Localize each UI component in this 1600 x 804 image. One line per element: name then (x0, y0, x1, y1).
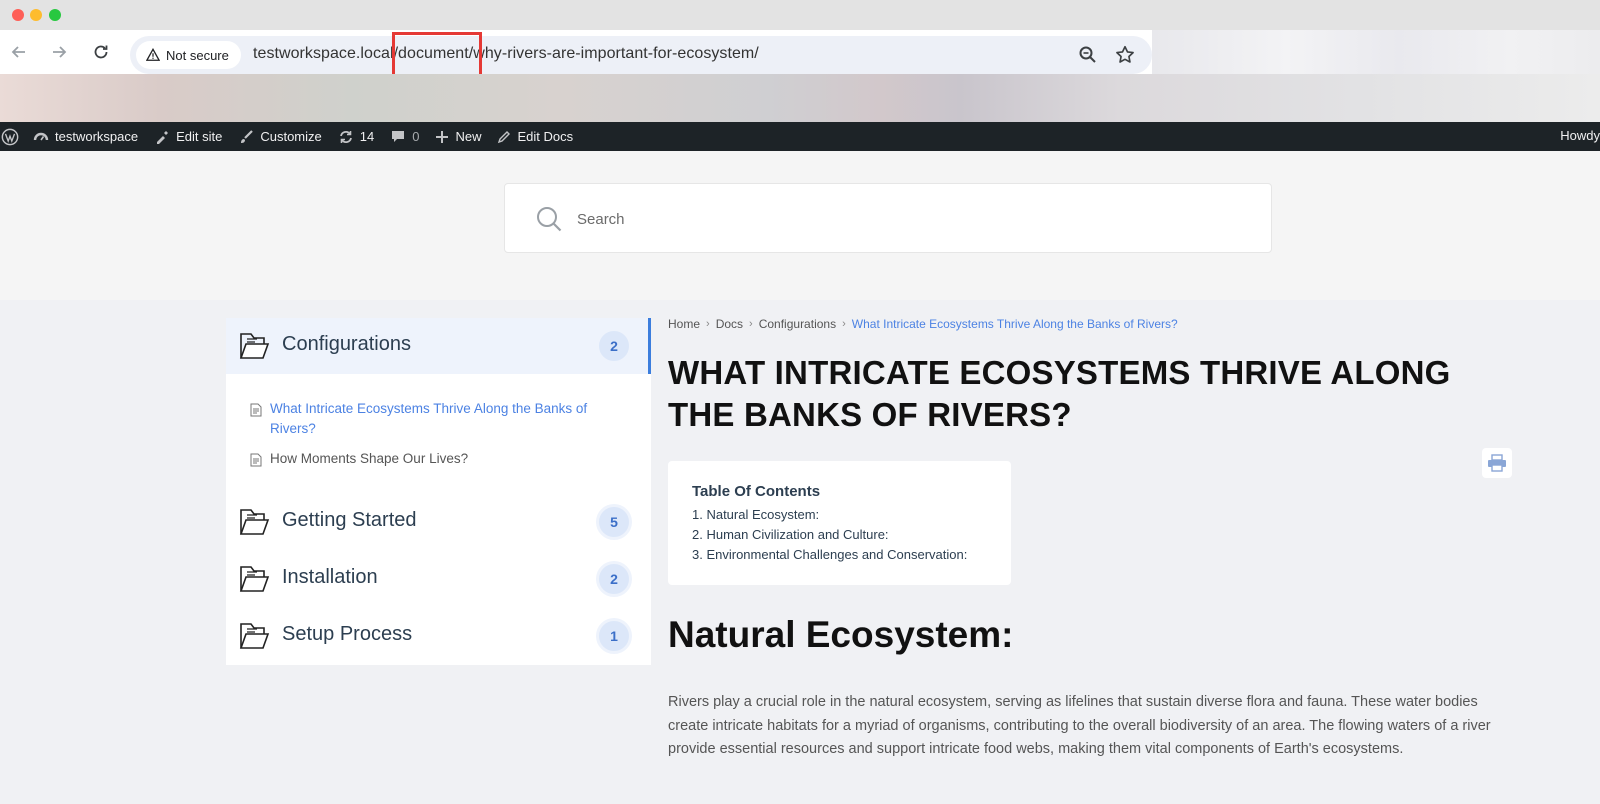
section-heading: Natural Ecosystem: (668, 614, 1014, 655)
edit-site-link[interactable]: Edit site (154, 129, 222, 145)
folder-open-icon (239, 566, 270, 592)
folder-open-icon (239, 623, 270, 649)
chevron-right-icon: › (842, 318, 846, 330)
edit-docs-label: Edit Docs (517, 129, 574, 144)
updates-icon (339, 130, 352, 143)
url-highlight-annotation (392, 32, 482, 78)
print-button[interactable] (1482, 448, 1512, 478)
wp-admin-bar: testworkspace Edit site Customize 14 0 N… (0, 122, 1600, 151)
page-title: WHAT INTRICATE ECOSYSTEMS THRIVE ALONG T… (668, 354, 1451, 433)
forward-arrow-icon[interactable] (48, 41, 70, 63)
comments-count: 0 (412, 129, 420, 144)
maximize-window-button[interactable] (49, 9, 61, 21)
site-name-link[interactable]: testworkspace (33, 129, 138, 145)
category-count-badge: 5 (596, 504, 632, 540)
breadcrumb: Home › Docs › Configurations › What Intr… (668, 317, 1178, 331)
breadcrumb-home[interactable]: Home (668, 317, 700, 331)
category-label: Setup Process (282, 623, 413, 645)
new-content-link[interactable]: New (435, 129, 481, 144)
security-indicator[interactable]: Not secure (136, 41, 241, 69)
doc-search-box[interactable] (504, 183, 1272, 253)
category-count-badge: 2 (596, 561, 632, 597)
toc-item[interactable]: 1. Natural Ecosystem: (692, 505, 987, 525)
document-icon (250, 403, 262, 417)
updates-count: 14 (359, 129, 375, 144)
category-installation[interactable]: Installation 2 (226, 551, 651, 603)
minimize-window-button[interactable] (30, 9, 42, 21)
customize-link[interactable]: Customize (238, 129, 322, 145)
doc-link-label: What Intricate Ecosystems Thrive Along t… (270, 401, 588, 436)
folder-open-icon (239, 509, 270, 535)
blurred-bookmarks-region (0, 74, 1600, 122)
address-bar[interactable]: Not secure testworkspace.local/document/… (130, 36, 1152, 74)
security-label: Not secure (166, 47, 229, 63)
edit-site-label: Edit site (176, 129, 223, 144)
back-arrow-icon[interactable] (8, 41, 30, 63)
warning-icon (146, 48, 160, 61)
comment-bubble-icon (392, 130, 405, 142)
comments-link[interactable]: 0 (390, 129, 419, 145)
search-icon (537, 207, 562, 232)
category-getting-started[interactable]: Getting Started 5 (226, 494, 651, 546)
category-label: Getting Started (282, 509, 417, 531)
url-text[interactable]: testworkspace.local/document/why-rivers-… (253, 45, 759, 63)
category-count-badge: 2 (596, 328, 632, 364)
zoom-icon[interactable] (1078, 45, 1098, 65)
reload-icon[interactable] (90, 41, 112, 63)
doc-link-moments[interactable]: How Moments Shape Our Lives? (250, 449, 610, 469)
edit-docs-link[interactable]: Edit Docs (497, 129, 573, 144)
table-of-contents: Table Of Contents 1. Natural Ecosystem: … (668, 461, 1011, 585)
search-input[interactable] (577, 206, 1237, 232)
chevron-right-icon: › (749, 318, 753, 330)
paintbrush-icon (241, 129, 254, 143)
breadcrumb-configurations[interactable]: Configurations (759, 317, 836, 331)
site-name-label: testworkspace (55, 129, 139, 144)
bookmark-star-icon[interactable] (1114, 44, 1136, 66)
toc-title: Table Of Contents (692, 483, 821, 500)
chevron-right-icon: › (706, 318, 710, 330)
doc-link-label: How Moments Shape Our Lives? (270, 451, 469, 466)
document-icon (250, 453, 262, 467)
new-label: New (455, 129, 482, 144)
toc-item[interactable]: 2. Human Civilization and Culture: (692, 525, 987, 545)
brush-icon (157, 130, 169, 144)
customize-label: Customize (260, 129, 322, 144)
docs-sidebar: Configurations 2 What Intricate Ecosyste… (226, 318, 651, 665)
howdy-user-menu[interactable]: Howdy (1560, 128, 1600, 143)
breadcrumb-docs[interactable]: Docs (716, 317, 743, 331)
article-paragraph: Rivers play a crucial role in the natura… (668, 694, 1491, 757)
blurred-region (1152, 30, 1600, 74)
browser-title-bar (0, 0, 1600, 30)
category-count-badge: 1 (596, 618, 632, 654)
plus-icon (436, 130, 449, 143)
category-label: Configurations (282, 333, 411, 355)
folder-open-icon (239, 333, 270, 359)
toc-item[interactable]: 3. Environmental Challenges and Conserva… (692, 545, 987, 565)
category-configurations[interactable]: Configurations 2 (226, 318, 651, 374)
category-label: Installation (282, 566, 378, 588)
dashboard-icon (33, 132, 49, 140)
category-setup-process[interactable]: Setup Process 1 (226, 608, 651, 660)
printer-icon (1488, 454, 1506, 472)
wordpress-logo-icon[interactable] (1, 128, 19, 146)
updates-link[interactable]: 14 (338, 129, 374, 145)
doc-link-rivers[interactable]: What Intricate Ecosystems Thrive Along t… (250, 399, 610, 439)
pencil-icon (498, 130, 511, 143)
close-window-button[interactable] (12, 9, 24, 21)
breadcrumb-current: What Intricate Ecosystems Thrive Along t… (851, 317, 1178, 331)
